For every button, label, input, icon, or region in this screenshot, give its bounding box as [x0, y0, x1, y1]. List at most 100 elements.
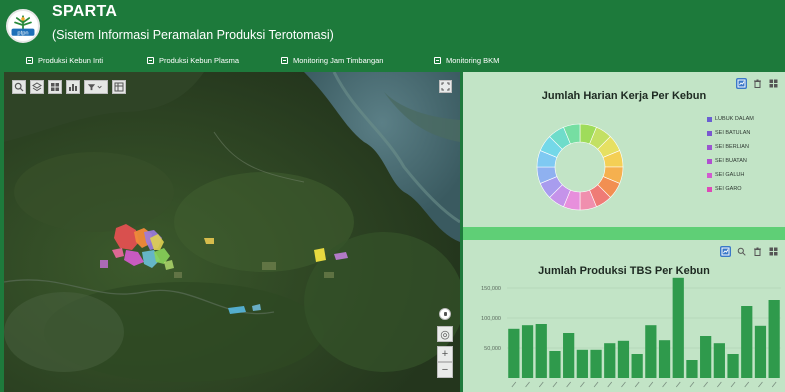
bar-chart[interactable]: 150,000 100,000 50,000: [463, 266, 785, 392]
nav-monitoring-jam-timbangan[interactable]: Monitoring Jam Timbangan: [281, 56, 383, 65]
x-tick-label: [730, 381, 736, 388]
x-tick-label: [593, 381, 599, 388]
legend-item[interactable]: SEI GALUH: [707, 168, 781, 182]
legend-swatch: [707, 172, 712, 178]
trash-icon: [754, 247, 761, 256]
y-tick-label: 150,000: [481, 286, 501, 292]
bar[interactable]: [604, 343, 616, 378]
trash-icon: [754, 79, 761, 88]
legend-swatch: [707, 144, 712, 150]
legend-label: SEI GARO: [715, 186, 742, 192]
fullscreen-button[interactable]: [439, 80, 452, 93]
delete-button[interactable]: [752, 246, 763, 257]
bar[interactable]: [672, 277, 684, 378]
legend-label: SEI GALUH: [715, 172, 745, 178]
chart-icon: [69, 84, 77, 91]
x-tick-label: [703, 381, 708, 388]
bar[interactable]: [508, 328, 520, 378]
zoom-out-button[interactable]: −: [437, 362, 453, 378]
bar[interactable]: [521, 325, 534, 378]
magnify-icon: [737, 247, 746, 256]
filter-tool-button[interactable]: [84, 80, 108, 94]
legend-item[interactable]: LUBUK DALAM: [707, 112, 781, 126]
legend-label: SEI BERLIAN: [715, 144, 749, 150]
legend-item[interactable]: SEI BERLIAN: [707, 140, 781, 154]
chart-tool-button[interactable]: [66, 80, 80, 94]
search-tool-button[interactable]: [12, 80, 26, 94]
bar[interactable]: [563, 333, 575, 378]
y-tick-label: 50,000: [484, 346, 501, 352]
grid-icon: [51, 83, 59, 91]
bar[interactable]: [754, 325, 767, 378]
bar[interactable]: [768, 300, 780, 378]
panel-toolbar: [736, 78, 779, 89]
legend-item[interactable]: SEI BATULAN: [707, 126, 781, 140]
basemap-tool-button[interactable]: [48, 80, 62, 94]
legend-swatch: [707, 130, 712, 136]
bar[interactable]: [686, 360, 698, 378]
zoom-in-button[interactable]: +: [437, 346, 453, 362]
grid-icon: [769, 247, 778, 256]
legend-item[interactable]: SEI BUATAN: [707, 154, 781, 168]
grid-view-button[interactable]: [768, 246, 779, 257]
bar[interactable]: [741, 306, 753, 378]
chart-view-button[interactable]: [736, 78, 747, 89]
nav-label: Monitoring Jam Timbangan: [293, 56, 384, 65]
chart-view-icon: [721, 247, 730, 256]
donut-chart-title: Jumlah Harian Kerja Per Kebun: [541, 90, 707, 102]
x-tick-label: [525, 381, 530, 388]
table-tool-button[interactable]: [112, 80, 126, 94]
bar[interactable]: [727, 354, 739, 378]
bar[interactable]: [549, 351, 561, 378]
search-icon: [14, 82, 24, 92]
bar[interactable]: [645, 325, 657, 378]
layers-tool-button[interactable]: [30, 80, 44, 94]
bar[interactable]: [590, 349, 602, 378]
nav-produksi-kebun-inti[interactable]: Produksi Kebun Inti: [26, 56, 103, 65]
legend-swatch: [707, 158, 712, 164]
donut-chart[interactable]: [535, 122, 625, 212]
app-title: SPARTA: [52, 3, 118, 20]
calendar-icon: [147, 57, 154, 64]
nav-label: Produksi Kebun Inti: [38, 56, 104, 65]
calendar-icon: [434, 57, 441, 64]
x-tick-label: [511, 381, 517, 388]
legend-item[interactable]: SEI GARO: [707, 182, 781, 196]
x-tick-label: [607, 381, 613, 388]
panel-toolbar: [720, 246, 779, 257]
location-pin-button[interactable]: [439, 308, 451, 320]
zoom-button[interactable]: [736, 246, 747, 257]
satellite-map[interactable]: ◎ + −: [4, 72, 460, 392]
bar[interactable]: [713, 343, 725, 378]
app-subtitle: (Sistem Informasi Peramalan Produksi Ter…: [52, 28, 334, 42]
main-nav: Produksi Kebun Inti Produksi Kebun Plasm…: [0, 53, 785, 70]
legend-swatch: [707, 116, 712, 122]
x-tick-label: [552, 381, 558, 388]
bar[interactable]: [631, 354, 643, 378]
legend-label: SEI BATULAN: [715, 130, 751, 136]
x-tick-label: [634, 381, 640, 388]
delete-button[interactable]: [752, 78, 763, 89]
bar[interactable]: [535, 324, 547, 378]
x-tick-label: [689, 381, 695, 388]
bar[interactable]: [700, 336, 712, 378]
bar[interactable]: [617, 340, 630, 378]
donut-legend: LUBUK DALAM SEI BATULAN SEI BERLIAN SEI BUA…: [707, 112, 781, 216]
bar[interactable]: [576, 349, 588, 378]
ptpn-logo[interactable]: ptpn: [6, 9, 40, 43]
grid-view-button[interactable]: [768, 78, 779, 89]
nav-monitoring-bkm[interactable]: Monitoring BKM: [434, 56, 499, 65]
x-tick-label: [662, 381, 667, 388]
chart-view-button[interactable]: [720, 246, 731, 257]
locate-button[interactable]: ◎: [437, 326, 453, 342]
nav-produksi-kebun-plasma[interactable]: Produksi Kebun Plasma: [147, 56, 239, 65]
legend-label: LUBUK DALAM: [715, 116, 754, 122]
x-tick-label: [771, 381, 777, 388]
satellite-imagery: [4, 72, 460, 392]
nav-label: Monitoring BKM: [446, 56, 500, 65]
x-tick-label: [675, 381, 681, 388]
x-tick-label: [538, 381, 544, 388]
legend-swatch: [707, 186, 712, 192]
bar[interactable]: [658, 340, 671, 378]
plus-icon: +: [441, 348, 449, 360]
